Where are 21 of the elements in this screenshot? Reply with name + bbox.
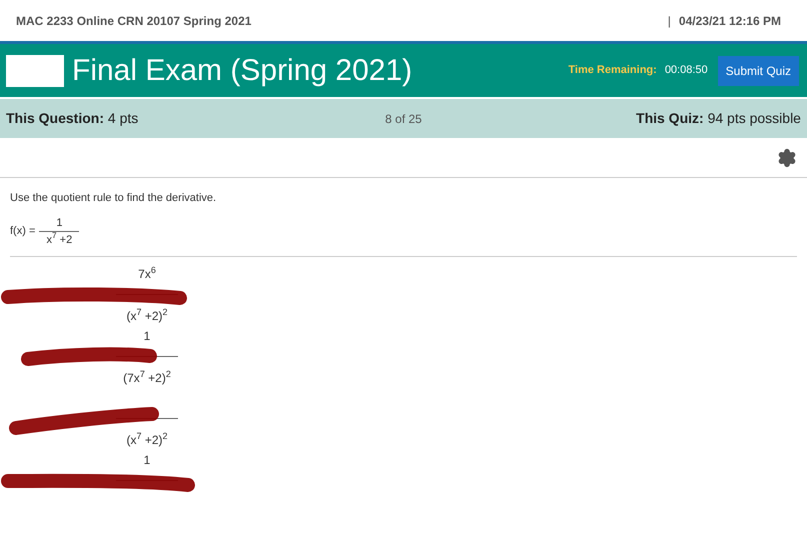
quiz-points: This Quiz: 94 pts possible (635, 109, 801, 128)
time-value: 00:08:50 (664, 63, 708, 78)
settings-icon[interactable] (777, 148, 797, 168)
course-name: MAC 2233 Online CRN 20107 Spring 2021 (16, 12, 252, 30)
numerator: 7x$^{6}$ (138, 266, 156, 280)
exam-title: Final Exam (Spring 2021) (72, 53, 412, 89)
date-time: 04/23/21 12:16 PM (678, 12, 781, 30)
numerator: 1 (144, 328, 150, 342)
denominator: x$^{7}$ +2 (46, 232, 72, 248)
question-points: This Question: 4 pts (6, 109, 140, 128)
time-label: Time Remaining: (568, 63, 657, 78)
numerator: 1 (144, 452, 150, 466)
submit-button[interactable]: Submit Quiz (718, 56, 799, 86)
function-name: f(x) = (10, 224, 36, 239)
numerator: 1 (56, 216, 62, 230)
denominator: (x$^{7}$ +2)$^{2}$ (126, 432, 168, 446)
denominator: (7x$^{7}$ +2)$^{2}$ (123, 370, 171, 384)
denominator: (x$^{7}$ +2)$^{2}$ (126, 308, 168, 322)
separator: | (668, 12, 671, 30)
question-prompt: Use the quotient rule to find the derivative. (10, 191, 218, 206)
redaction-box (6, 54, 64, 86)
